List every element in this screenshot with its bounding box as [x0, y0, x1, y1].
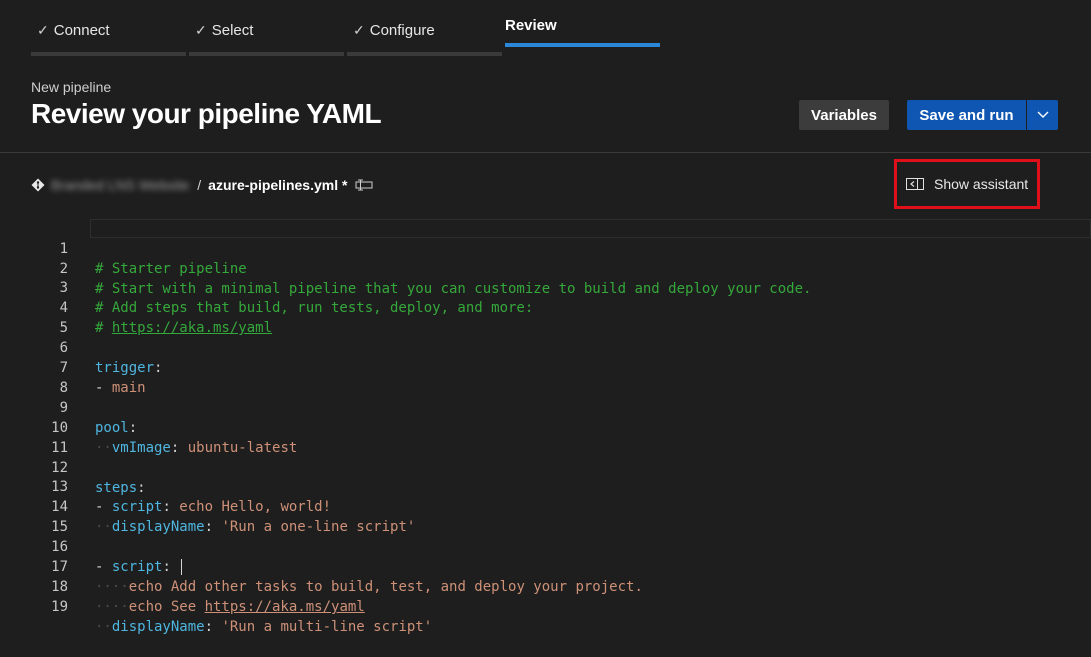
code-line: 11 — [0, 418, 1091, 456]
rename-icon[interactable] — [355, 179, 373, 191]
variables-button[interactable]: Variables — [799, 100, 889, 130]
chevron-down-icon — [1037, 111, 1048, 118]
page-header: New pipeline Review your pipeline YAML — [31, 79, 382, 130]
yaml-value: 'Run a multi-line script' — [221, 619, 433, 635]
step-configure[interactable]: ✓ Configure — [347, 0, 502, 58]
header-divider — [0, 152, 1091, 153]
step-progress-bar-active — [505, 43, 660, 47]
code-line: 3 # Add steps that build, run tests, dep… — [0, 258, 1091, 316]
code-line: 17 ····echo Add other tasks to build, te… — [0, 537, 1091, 595]
code-line: 16 - script: — [0, 517, 1091, 575]
file-name: azure-pipelines.yml * — [208, 177, 348, 193]
code-line: 10 ··vmImage: ubuntu-latest — [0, 398, 1091, 456]
page-title: Review your pipeline YAML — [31, 98, 382, 129]
line-number: 19 — [51, 599, 68, 615]
code-line: 12 steps: — [0, 438, 1091, 496]
code-line: 4 # https://aka.ms/yaml — [0, 278, 1091, 336]
step-connect[interactable]: ✓ Connect — [31, 0, 186, 58]
yaml-editor[interactable]: 1 # Starter pipeline 2 # Start with a mi… — [0, 219, 1091, 635]
code-line: 14 ··displayName: 'Run a one-line script… — [0, 477, 1091, 535]
code-line: 15 — [0, 497, 1091, 535]
yaml-value: echo See — [128, 599, 205, 615]
code-line: 1 # Starter pipeline — [0, 219, 1091, 277]
code-line: 2 # Start with a minimal pipeline that y… — [0, 239, 1091, 297]
save-dropdown-button[interactable] — [1027, 100, 1058, 130]
step-label: Configure — [369, 22, 435, 39]
code-line: 7 - main — [0, 338, 1091, 396]
repo-name[interactable]: Branded LNS Website — [51, 177, 189, 193]
wizard-steps: ✓ Connect ✓ Select ✓ Configure Review — [31, 0, 663, 58]
code-line: 9 pool: — [0, 378, 1091, 436]
step-label: Connect — [53, 22, 110, 39]
code-line: 19 ··displayName: 'Run a multi-line scri… — [0, 577, 1091, 635]
yaml-key: displayName — [111, 619, 205, 635]
path-separator: / — [197, 177, 202, 193]
page-subtitle: New pipeline — [31, 79, 112, 95]
step-progress-bar — [189, 52, 344, 56]
step-label: Select — [211, 22, 254, 39]
code-link[interactable]: https://aka.ms/yaml — [205, 599, 365, 615]
checkmark-icon: ✓ — [37, 22, 49, 38]
step-select[interactable]: ✓ Select — [189, 0, 344, 58]
assistant-panel-icon — [906, 178, 924, 190]
code-line: 13 - script: echo Hello, world! — [0, 457, 1091, 515]
code-line: 6 trigger: — [0, 318, 1091, 376]
step-progress-bar — [31, 52, 186, 56]
step-progress-bar — [347, 52, 502, 56]
show-assistant-label: Show assistant — [934, 176, 1029, 192]
git-repo-icon — [31, 178, 45, 192]
code-line: 8 — [0, 358, 1091, 396]
checkmark-icon: ✓ — [195, 22, 207, 38]
show-assistant-button[interactable]: Show assistant — [906, 176, 1028, 192]
code-line: 5 — [0, 298, 1091, 336]
checkmark-icon: ✓ — [353, 22, 365, 38]
code-text: ··displayName: 'Run a multi-line script' — [95, 619, 433, 635]
code-line: 18 ····echo See https://aka.ms/yaml — [0, 557, 1091, 615]
save-and-run-button[interactable]: Save and run — [907, 100, 1026, 130]
step-label: Review — [505, 17, 557, 34]
code-text: ····echo See https://aka.ms/yaml — [95, 599, 365, 615]
step-review[interactable]: Review — [505, 0, 660, 58]
file-breadcrumb: Branded LNS Website / azure-pipelines.ym… — [31, 177, 373, 193]
